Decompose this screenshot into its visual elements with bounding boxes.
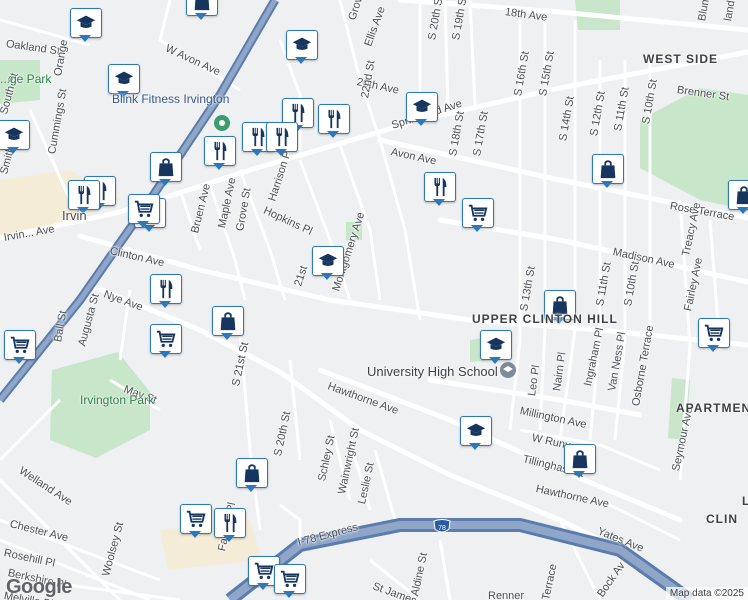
restaurant-icon: [292, 103, 305, 123]
cart-icon: [186, 510, 206, 528]
poi-marker-shopping[interactable]: [184, 0, 220, 22]
poi-marker-school[interactable]: [68, 8, 104, 44]
neighborhood-fragment-l: L: [742, 494, 748, 508]
map-canvas[interactable]: 18th Ave Oakland St Orange W Avon Ave Grove E…: [0, 0, 748, 600]
poi-marker-shopping[interactable]: [562, 444, 598, 480]
school-icon: [318, 253, 338, 267]
poi-marker-school[interactable]: [310, 246, 346, 282]
poi-marker-cart[interactable]: [696, 318, 732, 354]
school-icon: [114, 71, 134, 85]
place-park-west[interactable]: ...ge Park: [0, 72, 51, 86]
cart-icon: [704, 324, 724, 342]
neighborhood-apartment: APARTMENT: [676, 401, 748, 415]
interstate-shield-icon: 78: [433, 519, 451, 533]
neighborhood-west-side: WEST SIDE: [643, 52, 719, 66]
shopping-bag-icon: [194, 0, 210, 11]
restaurant-icon: [224, 513, 237, 533]
poi-marker-shopping[interactable]: [148, 152, 184, 188]
restaurant-icon: [78, 185, 91, 205]
poi-marker-school[interactable]: [284, 30, 320, 66]
cart-icon: [468, 204, 488, 222]
shopping-bag-icon: [572, 450, 588, 469]
poi-marker-shopping[interactable]: [234, 458, 270, 494]
place-university-high-school[interactable]: University High School: [367, 364, 498, 379]
poi-marker-shopping[interactable]: [210, 306, 246, 342]
poi-marker-restaurant[interactable]: [212, 508, 248, 544]
poi-marker-restaurant[interactable]: [264, 122, 300, 158]
poi-marker-shopping[interactable]: [726, 180, 748, 216]
restaurant-icon: [160, 279, 173, 299]
place-irvington-park[interactable]: Irvington Park: [80, 393, 154, 407]
restaurant-icon: [434, 177, 447, 197]
shopping-bag-icon: [220, 312, 236, 331]
poi-marker-school[interactable]: [404, 92, 440, 128]
school-icon: [412, 99, 432, 113]
neighborhood-upper-clinton-hill: UPPER CLINTON HILL: [472, 312, 618, 326]
neighborhood-fragment-clin: CLIN: [706, 512, 738, 526]
restaurant-icon: [276, 127, 289, 147]
shopping-bag-icon: [736, 186, 748, 205]
gym-location-icon: [214, 115, 230, 131]
poi-marker-restaurant[interactable]: [422, 172, 458, 208]
cart-icon: [10, 336, 30, 354]
cart-icon: [280, 570, 300, 588]
poi-marker-restaurant[interactable]: [316, 104, 352, 140]
school-icon: [4, 127, 24, 141]
poi-marker-cart[interactable]: [272, 564, 308, 600]
school-icon: [486, 337, 506, 351]
poi-marker-cart[interactable]: [148, 324, 184, 360]
map-attribution[interactable]: Map data ©2025: [665, 587, 748, 600]
school-icon: [292, 37, 312, 51]
shopping-bag-icon: [600, 160, 616, 179]
cart-icon: [156, 330, 176, 348]
poi-marker-cart[interactable]: [178, 504, 214, 540]
restaurant-icon: [328, 109, 341, 129]
poi-marker-shopping[interactable]: [590, 154, 626, 190]
poi-marker-cart[interactable]: [460, 198, 496, 234]
poi-marker-restaurant[interactable]: [148, 274, 184, 310]
place-irvington-town: Irvin: [62, 208, 87, 223]
street-label: Renner: [488, 590, 525, 600]
poi-marker-restaurant[interactable]: [202, 136, 238, 172]
shopping-bag-icon: [158, 158, 174, 177]
interstate-shield-number: 78: [438, 525, 446, 532]
school-icon: [466, 423, 486, 437]
restaurant-icon: [214, 141, 227, 161]
shopping-bag-icon: [244, 464, 260, 483]
poi-marker-school[interactable]: [458, 416, 494, 452]
poi-marker-school[interactable]: [0, 120, 32, 156]
place-blink-fitness[interactable]: Blink Fitness Irvington: [112, 92, 229, 106]
poi-marker-cart[interactable]: [2, 330, 38, 366]
school-location-icon: [500, 362, 516, 378]
cart-icon: [134, 200, 154, 218]
school-icon: [76, 15, 96, 29]
poi-marker-cart[interactable]: [126, 194, 162, 230]
google-logo: Google: [6, 576, 72, 598]
